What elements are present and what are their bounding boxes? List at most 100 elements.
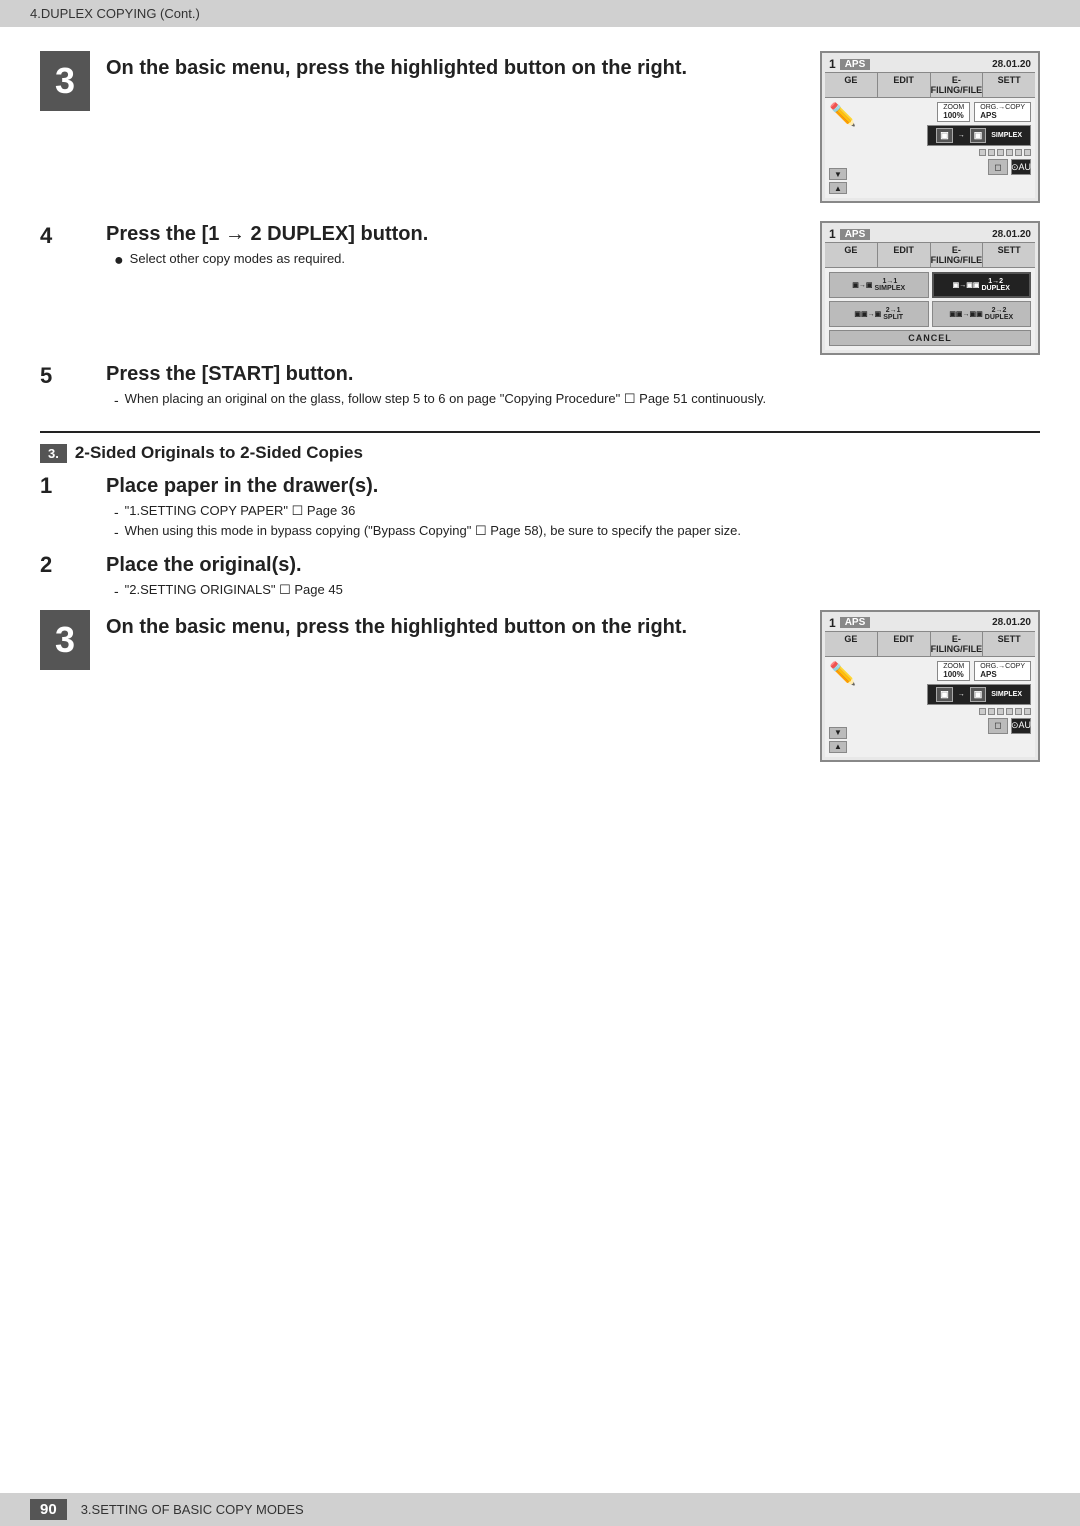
s3-simplex-icon-r: ▣ — [970, 687, 987, 702]
bullet-dot-4: ● — [114, 251, 124, 270]
s3-dot2 — [988, 708, 995, 715]
s3-dot5 — [1015, 708, 1022, 715]
screen3-zoom-box: ZOOM 100% — [937, 661, 970, 681]
btn-duplex22[interactable]: ▣▣→▣▣ 2→2DUPLEX — [932, 301, 1032, 327]
screen1-zoom-box: ZOOM 100% — [937, 102, 970, 122]
screen2-tab-sett: SETT — [983, 243, 1035, 267]
screen3-mockup: 1 APS 28.01.20 GE EDIT E-FILING/FILE SET… — [820, 610, 1040, 762]
nav-up-btn[interactable]: ▲ — [829, 182, 847, 194]
screen3-dots — [979, 708, 1031, 715]
screen3-simplex-btn[interactable]: ▣ → ▣ SIMPLEX — [927, 684, 1031, 705]
screen1-tab-edit: EDIT — [878, 73, 931, 97]
screen3-icon-check[interactable]: ◻ — [988, 718, 1008, 734]
screen3-zoom-row: ZOOM 100% ORG.→COPY APS — [937, 661, 1031, 681]
duplex12-label: 1→2DUPLEX — [981, 278, 1009, 292]
screen1-icon-check[interactable]: ◻ — [988, 159, 1008, 175]
screen2-aps: APS — [840, 229, 871, 240]
screen1-simplex-row: ▣ → ▣ SIMPLEX — [927, 125, 1031, 146]
step4-sub: Select other copy modes as required. — [130, 251, 345, 266]
duplex12-icon: ▣→▣▣ — [953, 281, 980, 289]
screen1-zoom-row: ZOOM 100% ORG.→COPY APS — [937, 102, 1031, 122]
screen1-body: ✏️ ▼ ▲ ZOOM 100% — [825, 98, 1035, 198]
screen2-container: 1 APS 28.01.20 GE EDIT E-FILING/FILE SET… — [820, 221, 1040, 355]
step5-bullet: - When placing an original on the glass,… — [114, 391, 1040, 409]
simplex-arrow: → — [958, 132, 965, 139]
screen1-tabs: GE EDIT E-FILING/FILE SETT — [825, 72, 1035, 98]
btn-split[interactable]: ▣▣→▣ 2→1SPLIT — [829, 301, 929, 327]
section3-title: 2-Sided Originals to 2-Sided Copies — [75, 443, 363, 463]
step3-title: On the basic menu, press the highlighted… — [106, 55, 796, 81]
screen1-tab-sett: SETT — [983, 73, 1035, 97]
s3-simplex-icon-l: ▣ — [936, 687, 953, 702]
btn-duplex12[interactable]: ▣→▣▣ 1→2DUPLEX — [932, 272, 1032, 298]
screen3-bottom: ◻ ⊙AU — [869, 718, 1031, 734]
screen1-right-panel: ZOOM 100% ORG.→COPY APS — [869, 102, 1031, 194]
dot1 — [979, 149, 986, 156]
s3-zoom-val: 100% — [943, 670, 964, 679]
nav3-up-btn[interactable]: ▲ — [829, 741, 847, 753]
header-bar: 4.DUPLEX COPYING (Cont.) — [0, 0, 1080, 27]
sec3-step1-title: Place paper in the drawer(s). — [106, 473, 1040, 499]
footer-text: 3.SETTING OF BASIC COPY MODES — [81, 1502, 304, 1517]
screen3-tab-sett: SETT — [983, 632, 1035, 656]
step4-title: Press the [1 → 2 DUPLEX] button. — [106, 221, 796, 247]
bullet-dash-5: - — [114, 391, 119, 409]
sec3-step2-num: 2 — [40, 552, 52, 577]
screen1-topbar: 1 APS 28.01.20 — [825, 56, 1035, 72]
zoom-label: ZOOM — [943, 104, 964, 111]
screen2-tab-ge: GE — [825, 243, 878, 267]
screen3-num: 1 — [829, 616, 836, 630]
sec3-step1-text2: When using this mode in bypass copying (… — [125, 523, 741, 539]
screen3-tab-efiling: E-FILING/FILE — [931, 632, 984, 656]
sec3-step2-title: Place the original(s). — [106, 552, 1040, 578]
screen1-bottom: ◻ ⊙AU — [869, 159, 1031, 175]
sec3-step1-bullet2: - When using this mode in bypass copying… — [114, 523, 1040, 541]
section3-num: 3. — [40, 444, 67, 463]
scan-icon-3: ✏️ — [829, 661, 865, 687]
duplex-grid: ▣→▣ 1→1SIMPLEX ▣→▣▣ 1→2DUPLEX ▣▣→▣ 2→1SP… — [829, 272, 1031, 327]
nav3-down-btn[interactable]: ▼ — [829, 727, 847, 739]
screen2-tab-edit: EDIT — [878, 243, 931, 267]
sec3-step2-bullet: - "2.SETTING ORIGINALS" ☐ Page 45 — [114, 582, 1040, 600]
s3-dot6 — [1024, 708, 1031, 715]
screen3-right-panel: ZOOM 100% ORG.→COPY APS — [869, 661, 1031, 753]
s3-simplex-label: SIMPLEX — [991, 691, 1022, 698]
step3-badge: 3 — [40, 51, 90, 111]
screen1-mockup: 1 APS 28.01.20 GE EDIT E-FILING/FILE SET… — [820, 51, 1040, 203]
s3-org-val: APS — [980, 670, 1025, 679]
sec3-step2-text: "2.SETTING ORIGINALS" ☐ Page 45 — [125, 582, 343, 598]
screen3-body: ✏️ ▼ ▲ ZOOM 100% — [825, 657, 1035, 757]
screen3-icon-auto[interactable]: ⊙AU — [1011, 718, 1031, 734]
screen2-tab-efiling: E-FILING/FILE — [931, 243, 984, 267]
screen1-aps: APS — [840, 59, 871, 70]
s3-zoom-label: ZOOM — [943, 663, 964, 670]
dot3 — [997, 149, 1004, 156]
screen3-tab-ge: GE — [825, 632, 878, 656]
dot5 — [1015, 149, 1022, 156]
screen2-body: ▣→▣ 1→1SIMPLEX ▣→▣▣ 1→2DUPLEX ▣▣→▣ 2→1SP… — [825, 268, 1035, 350]
footer-page-num: 90 — [30, 1499, 67, 1520]
screen1-num: 1 — [829, 57, 836, 71]
nav-down-btn[interactable]: ▼ — [829, 168, 847, 180]
screen2-mockup: 1 APS 28.01.20 GE EDIT E-FILING/FILE SET… — [820, 221, 1040, 355]
s3-dot3 — [997, 708, 1004, 715]
screen2-num: 1 — [829, 227, 836, 241]
screen3-org-box: ORG.→COPY APS — [974, 661, 1031, 681]
s3-dot1 — [979, 708, 986, 715]
screen1-date: 28.01.20 — [992, 59, 1031, 70]
sec3-step1-bullet1: - "1.SETTING COPY PAPER" ☐ Page 36 — [114, 503, 1040, 521]
simplex-label: SIMPLEX — [991, 132, 1022, 139]
screen1-icon-auto[interactable]: ⊙AU — [1011, 159, 1031, 175]
screen3-tabs: GE EDIT E-FILING/FILE SETT — [825, 631, 1035, 657]
step4-bullet: ● Select other copy modes as required. — [114, 251, 796, 270]
screen1-simplex-btn[interactable]: ▣ → ▣ SIMPLEX — [927, 125, 1031, 146]
split-label: 2→1SPLIT — [883, 307, 903, 321]
sec3-step3-badge: 3 — [40, 610, 90, 670]
dot6 — [1024, 149, 1031, 156]
bullet-dash-s3-1: - — [114, 503, 119, 521]
cancel-button[interactable]: CANCEL — [829, 330, 1031, 346]
screen3-simplex-row: ▣ → ▣ SIMPLEX — [927, 684, 1031, 705]
sec3-step1-num: 1 — [40, 473, 52, 498]
btn-simplex[interactable]: ▣→▣ 1→1SIMPLEX — [829, 272, 929, 298]
org-label: ORG.→COPY — [980, 104, 1025, 111]
